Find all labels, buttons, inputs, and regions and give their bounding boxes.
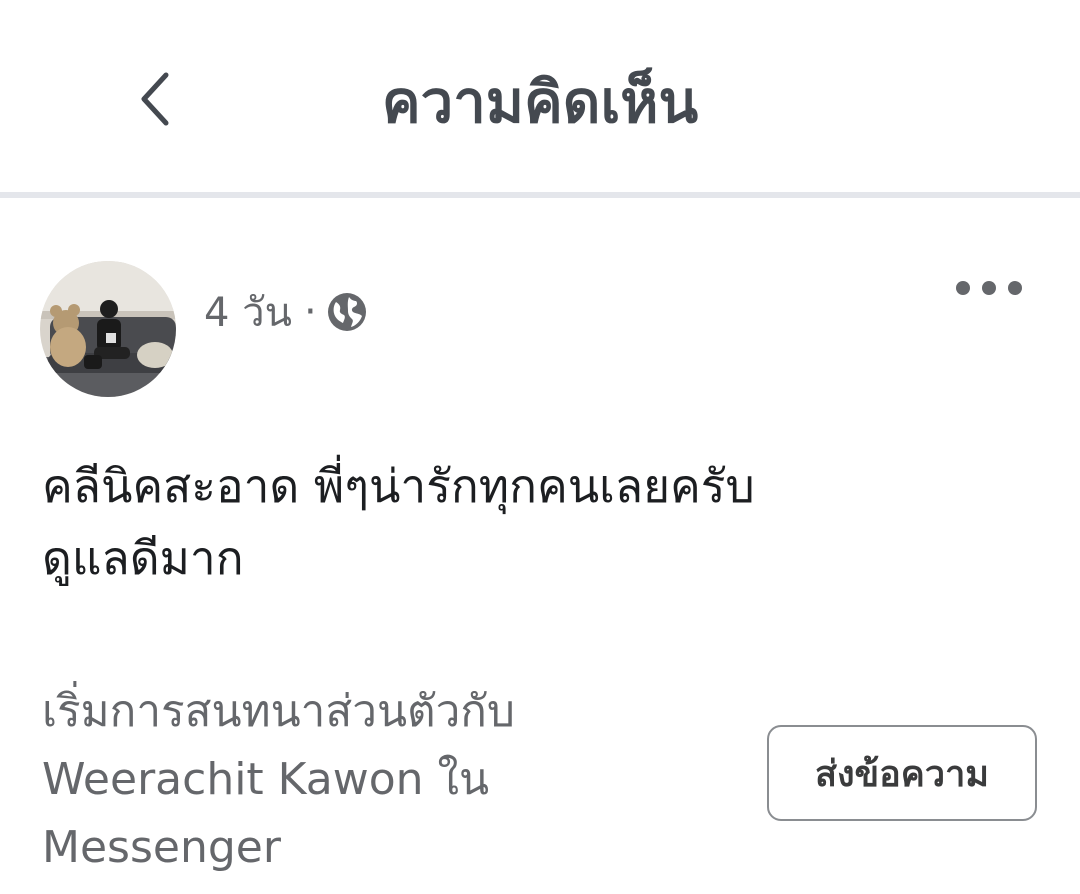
comment-line: ดูแลดีมาก (42, 531, 244, 585)
more-horizontal-icon (956, 281, 970, 295)
avatar[interactable] (40, 261, 176, 397)
page-title: ความคิดเห็น (381, 68, 699, 136)
more-dot (1008, 281, 1022, 295)
comment-post: 4 วัน · คลีนิคสะอาด พี่ๆน่ารักทุกคนเลยคร… (0, 198, 1080, 894)
more-dot (982, 281, 996, 295)
post-time[interactable]: 4 วัน (204, 280, 292, 344)
app-header: ความคิดเห็น (0, 0, 1080, 198)
post-meta: 4 วัน · (204, 284, 367, 340)
profile-photo (40, 261, 176, 397)
globe-icon (327, 292, 367, 332)
comment-line: คลีนิคสะอาด พี่ๆน่ารักทุกคนเลยครับ (42, 459, 755, 513)
messenger-prompt: เริ่มการสนทนาส่วนตัวกับ Weerachit Kawon … (42, 678, 682, 882)
messenger-prompt-line: Weerachit Kawon ใน (42, 754, 490, 805)
messenger-prompt-line: เริ่มการสนทนาส่วนตัวกับ (42, 686, 515, 737)
more-options-button[interactable] (956, 272, 1022, 304)
send-message-button[interactable]: ส่งข้อความ (767, 725, 1037, 821)
meta-separator: · (303, 289, 317, 335)
comment-body: คลีนิคสะอาด พี่ๆน่ารักทุกคนเลยครับ ดูแลด… (42, 450, 1042, 594)
messenger-prompt-line: Messenger (42, 822, 281, 873)
